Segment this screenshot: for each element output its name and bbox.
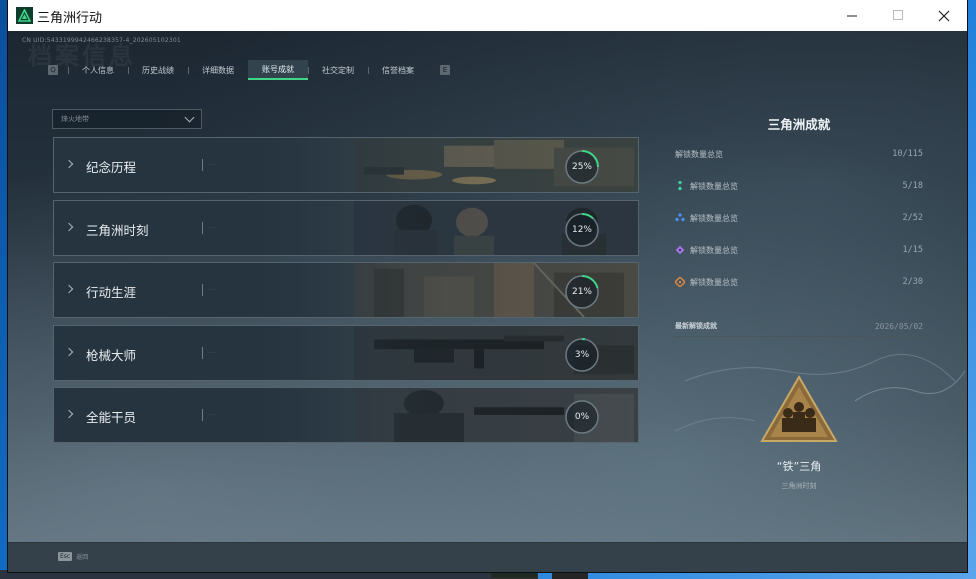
summary-tier-row: 解锁数量总览 2/52	[675, 210, 923, 226]
card-decoration: ···	[209, 224, 218, 232]
tab-match-history[interactable]: 历史战绩	[128, 60, 188, 80]
purple-tier-icon	[675, 245, 685, 255]
tab-prev-key[interactable]: Q	[48, 65, 58, 75]
category-title: 全能干员	[86, 410, 137, 425]
latest-achievement-name: “铁”三角	[776, 460, 822, 473]
window-title: 三角洲行动	[37, 11, 103, 26]
minimize-button[interactable]	[829, 0, 875, 31]
app-window: 三角洲行动 档案信息 CN UID:5433199942466238357-4_…	[8, 0, 967, 572]
tab-bar: Q 个人信息 历史战绩 详细数据 账号成就 社交定制 信誉档案 E	[48, 60, 450, 80]
category-card-delta-moments[interactable]: 三角洲时刻 ··· 12%	[53, 199, 639, 256]
category-title: 枪械大师	[86, 347, 137, 363]
tier-value: 2/52	[902, 213, 923, 223]
tab-personal-info[interactable]: 个人信息	[68, 60, 128, 80]
summary-total-label: 解锁数量总览	[675, 149, 723, 159]
esc-key: Esc	[58, 552, 73, 561]
tier-label: 解锁数量总览	[690, 277, 738, 287]
tier-label: 解锁数量总览	[690, 181, 738, 191]
teal-tier-icon	[677, 181, 683, 191]
back-label: 返回	[76, 554, 89, 561]
latest-achievement-category: 三角洲时刻	[781, 482, 817, 490]
tier-value: 1/15	[902, 245, 923, 255]
summary-tier-row: 解锁数量总览 2/30	[675, 274, 923, 290]
card-decoration: ···	[209, 162, 218, 169]
summary-tier-row: 解锁数量总览 1/15	[675, 242, 923, 258]
latest-unlock-header: 最新解锁成就 2026/05/02	[675, 321, 923, 331]
tab-credit-record[interactable]: 信誉档案	[368, 60, 428, 80]
category-card-all-round-operator[interactable]: 全能干员 ··· 0%	[53, 387, 639, 443]
summary-title: 三角洲成就	[767, 117, 831, 132]
blue-tier-icon	[675, 213, 685, 222]
category-title: 行动生涯	[86, 285, 137, 300]
orange-tier-icon	[675, 277, 685, 287]
back-hint[interactable]: Esc 返回	[58, 552, 88, 561]
category-title: 三角洲时刻	[86, 222, 149, 238]
category-title: 纪念历程	[86, 160, 137, 175]
close-icon	[938, 10, 950, 21]
card-decoration: ···	[209, 349, 218, 357]
category-card-weapon-master[interactable]: 枪械大师 ··· 3%	[53, 324, 639, 381]
tier-label: 解锁数量总览	[690, 213, 738, 223]
mode-filter-value: 烽火地带	[61, 115, 89, 123]
player-uid: CN UID:5433199942466238357-4_20260510230…	[22, 37, 181, 44]
latest-unlock-date: 2026/05/02	[874, 321, 923, 331]
app-logo-icon	[16, 7, 33, 24]
tier-label: 解锁数量总览	[690, 245, 738, 255]
triangle-badge-icon[interactable]	[760, 375, 838, 443]
bottom-bar: Esc 返回	[8, 542, 967, 572]
summary-tier-row: 解锁数量总览 5/18	[675, 178, 923, 194]
chevron-down-icon	[184, 112, 195, 122]
latest-unlock-label: 最新解锁成就	[675, 322, 717, 330]
main-content: 档案信息 CN UID:5433199942466238357-4_202605…	[8, 31, 967, 542]
tab-detailed-stats[interactable]: 详细数据	[188, 60, 248, 80]
title-bar[interactable]: 三角洲行动	[8, 0, 967, 31]
progress-label: 25%	[571, 162, 592, 172]
progress-label: 21%	[571, 287, 592, 297]
tab-social-custom[interactable]: 社交定制	[308, 60, 368, 80]
tier-value: 5/18	[902, 181, 923, 191]
mode-filter-dropdown[interactable]: 烽火地带	[52, 109, 202, 129]
progress-label: 0%	[574, 412, 590, 422]
progress-label: 3%	[574, 349, 590, 360]
minimize-icon	[846, 15, 857, 17]
maximize-icon	[892, 10, 903, 20]
tab-achievements[interactable]: 账号成就	[248, 60, 308, 80]
card-decoration: ···	[209, 287, 218, 294]
category-card-operation-career[interactable]: 行动生涯 ··· 21%	[53, 262, 639, 318]
progress-label: 12%	[571, 224, 592, 235]
category-card-memorial[interactable]: 纪念历程 ··· 25%	[53, 137, 639, 193]
achievement-category-list: 纪念历程 ··· 25% 三角洲时刻 ··· 12% 行动生涯 ··· 21% …	[53, 137, 639, 450]
tab-next-key[interactable]: E	[440, 65, 450, 75]
close-button[interactable]	[921, 0, 967, 31]
summary-total-row: 解锁数量总览 10/115	[675, 146, 923, 162]
summary-total-value: 10/115	[892, 149, 923, 159]
maximize-button[interactable]	[875, 0, 921, 31]
tier-value: 2/30	[902, 277, 923, 287]
card-decoration: ···	[209, 412, 218, 419]
